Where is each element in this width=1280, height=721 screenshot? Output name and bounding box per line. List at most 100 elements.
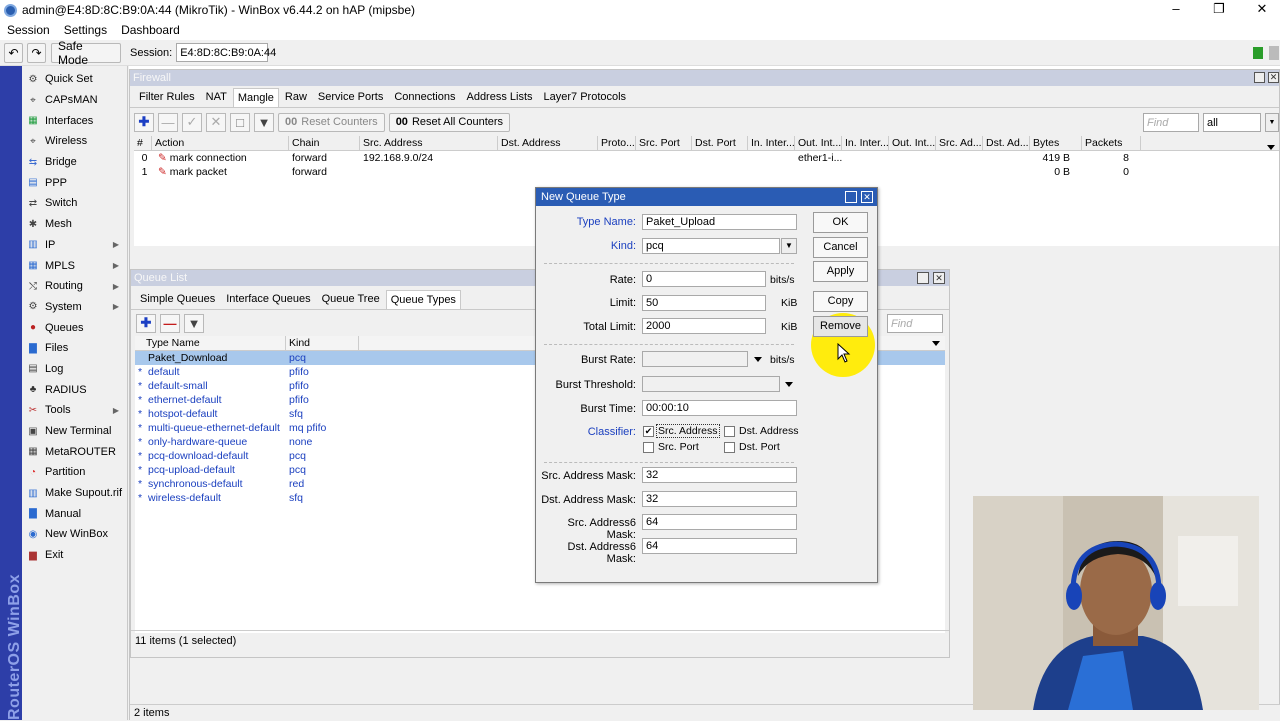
sidebar-item-ip[interactable]: ▥ IP ▶	[22, 235, 127, 256]
queue-close-icon[interactable]: ✕	[933, 272, 945, 284]
total-limit-field[interactable]: 2000	[642, 318, 766, 334]
dst-port-checkbox[interactable]	[724, 442, 735, 453]
apply-button[interactable]: Apply	[813, 261, 868, 282]
src-port-checkbox[interactable]	[643, 442, 654, 453]
tab-nat[interactable]: NAT	[201, 87, 232, 107]
safe-mode-button[interactable]: Safe Mode	[51, 39, 121, 67]
tab-service-ports[interactable]: Service Ports	[313, 87, 388, 107]
tab-mangle[interactable]: Mangle	[232, 88, 279, 107]
session-field[interactable]: E4:8D:8C:B9:0A:44	[176, 43, 276, 62]
col-header[interactable]: Bytes	[1030, 136, 1082, 150]
queue-add-icon[interactable]: ✚	[136, 313, 156, 333]
queue-maximize-icon[interactable]	[917, 272, 929, 284]
firewall-maximize-icon[interactable]	[1254, 72, 1265, 83]
src-mask-field[interactable]: 32	[642, 467, 797, 483]
tab-interface-queues[interactable]: Interface Queues	[221, 289, 315, 309]
menu-settings[interactable]: Settings	[57, 23, 114, 37]
src-address-checkbox[interactable]: ✔	[643, 426, 654, 437]
firewall-filter-dropdown-icon[interactable]: ▼	[1265, 113, 1279, 132]
sidebar-item-bridge[interactable]: ⇆ Bridge	[22, 152, 127, 173]
sidebar-item-radius[interactable]: ♣ RADIUS	[22, 379, 127, 400]
firewall-columns-dropdown-icon[interactable]	[1267, 145, 1275, 150]
queue-find-input[interactable]: Find	[887, 314, 943, 333]
col-header[interactable]: Dst. Ad...	[983, 136, 1030, 150]
dst6-mask-field[interactable]: 64	[642, 538, 797, 554]
col-header[interactable]: Packets	[1082, 136, 1141, 150]
tab-connections[interactable]: Connections	[389, 87, 460, 107]
src-port-option[interactable]: Src. Port	[658, 441, 699, 453]
close-button[interactable]: ✕	[1240, 0, 1280, 20]
sidebar-item-wireless[interactable]: ⌖ Wireless	[22, 131, 127, 152]
queue-filter-icon[interactable]: ▼	[184, 313, 204, 333]
sidebar-item-manual[interactable]: ▇ Manual	[22, 503, 127, 524]
sidebar-item-ppp[interactable]: ▤ PPP	[22, 172, 127, 193]
sidebar-item-queues[interactable]: ● Queues	[22, 317, 127, 338]
queue-remove-icon[interactable]: —	[160, 313, 180, 333]
col-header[interactable]: Src. Ad...	[936, 136, 983, 150]
cancel-button[interactable]: Cancel	[813, 237, 868, 258]
tab-queue-tree[interactable]: Queue Tree	[317, 289, 385, 309]
dst-port-option[interactable]: Dst. Port	[739, 441, 780, 453]
firewall-find-input[interactable]: Find	[1143, 113, 1199, 132]
redo-button[interactable]: ↷	[27, 42, 46, 63]
col-type-name[interactable]: Type Name	[135, 336, 286, 350]
sidebar-item-system[interactable]: ⚙ System ▶	[22, 297, 127, 318]
sidebar-item-files[interactable]: ▇ Files	[22, 338, 127, 359]
remove-button[interactable]: Remove	[813, 316, 868, 337]
sidebar-item-capsman[interactable]: ⌖ CAPsMAN	[22, 90, 127, 111]
sidebar-item-tools[interactable]: ✂ Tools ▶	[22, 400, 127, 421]
rate-field[interactable]: 0	[642, 271, 766, 287]
tab-layer7-protocols[interactable]: Layer7 Protocols	[539, 87, 632, 107]
sidebar-item-mpls[interactable]: ▦ MPLS ▶	[22, 255, 127, 276]
sidebar-item-partition[interactable]: ◔ Partition	[22, 462, 127, 483]
tab-address-lists[interactable]: Address Lists	[461, 87, 537, 107]
burst-threshold-dropdown-icon[interactable]	[785, 382, 793, 387]
copy-button[interactable]: Copy	[813, 291, 868, 312]
reset-counters-button[interactable]: 00 Reset Counters	[278, 112, 385, 132]
sidebar-item-interfaces[interactable]: ▦ Interfaces	[22, 110, 127, 131]
sidebar-item-mesh[interactable]: ✱ Mesh	[22, 214, 127, 235]
enable-icon[interactable]: ✓	[182, 112, 202, 132]
ok-button[interactable]: OK	[813, 212, 868, 233]
sidebar-item-metarouter[interactable]: ▦ MetaROUTER	[22, 441, 127, 462]
reset-all-counters-button[interactable]: 00 Reset All Counters	[388, 112, 511, 132]
firewall-close-icon[interactable]: ✕	[1268, 72, 1279, 83]
sidebar-item-make-supout-rif[interactable]: ▥ Make Supout.rif	[22, 483, 127, 504]
src-address-option[interactable]: Src. Address	[656, 424, 720, 438]
col-header[interactable]: Src. Address	[360, 136, 498, 150]
kind-dropdown-icon[interactable]: ▼	[781, 238, 797, 254]
limit-field[interactable]: 50	[642, 295, 766, 311]
maximize-button[interactable]: ❐	[1197, 0, 1241, 20]
tab-queue-types[interactable]: Queue Types	[385, 290, 461, 309]
burst-rate-field[interactable]	[642, 351, 748, 367]
menu-session[interactable]: Session	[0, 23, 57, 37]
menu-dashboard[interactable]: Dashboard	[114, 23, 187, 37]
col-header[interactable]: Dst. Address	[498, 136, 598, 150]
col-header[interactable]: Chain	[289, 136, 360, 150]
sidebar-item-exit[interactable]: ▆ Exit	[22, 545, 127, 566]
type-name-field[interactable]: Paket_Upload	[642, 214, 797, 230]
burst-time-field[interactable]: 00:00:10	[642, 400, 797, 416]
col-kind[interactable]: Kind	[286, 336, 359, 350]
dialog-maximize-icon[interactable]	[845, 191, 857, 203]
col-header[interactable]: Proto...	[598, 136, 636, 150]
tab-filter-rules[interactable]: Filter Rules	[134, 87, 200, 107]
burst-threshold-field[interactable]	[642, 376, 780, 392]
col-header[interactable]: Dst. Port	[692, 136, 748, 150]
queue-columns-dropdown-icon[interactable]	[932, 341, 940, 346]
remove-icon[interactable]: —	[158, 112, 178, 132]
sidebar-item-new-winbox[interactable]: ◉ New WinBox	[22, 524, 127, 545]
comment-icon[interactable]: □	[230, 112, 250, 132]
col-header[interactable]: #	[134, 136, 152, 150]
filter-icon[interactable]: ▼	[254, 112, 274, 132]
table-row[interactable]: 0 ✎ mark connection forward 192.168.9.0/24 e…	[134, 151, 1279, 165]
dialog-close-icon[interactable]: ✕	[861, 191, 873, 203]
dst-address-checkbox[interactable]	[724, 426, 735, 437]
sidebar-item-routing[interactable]: ⤭ Routing ▶	[22, 276, 127, 297]
sidebar-item-quick-set[interactable]: ⚙ Quick Set	[22, 69, 127, 90]
src6-mask-field[interactable]: 64	[642, 514, 797, 530]
col-header[interactable]: Action	[152, 136, 289, 150]
dst-mask-field[interactable]: 32	[642, 491, 797, 507]
burst-rate-dropdown-icon[interactable]	[754, 357, 762, 362]
col-header[interactable]: In. Inter...	[748, 136, 795, 150]
